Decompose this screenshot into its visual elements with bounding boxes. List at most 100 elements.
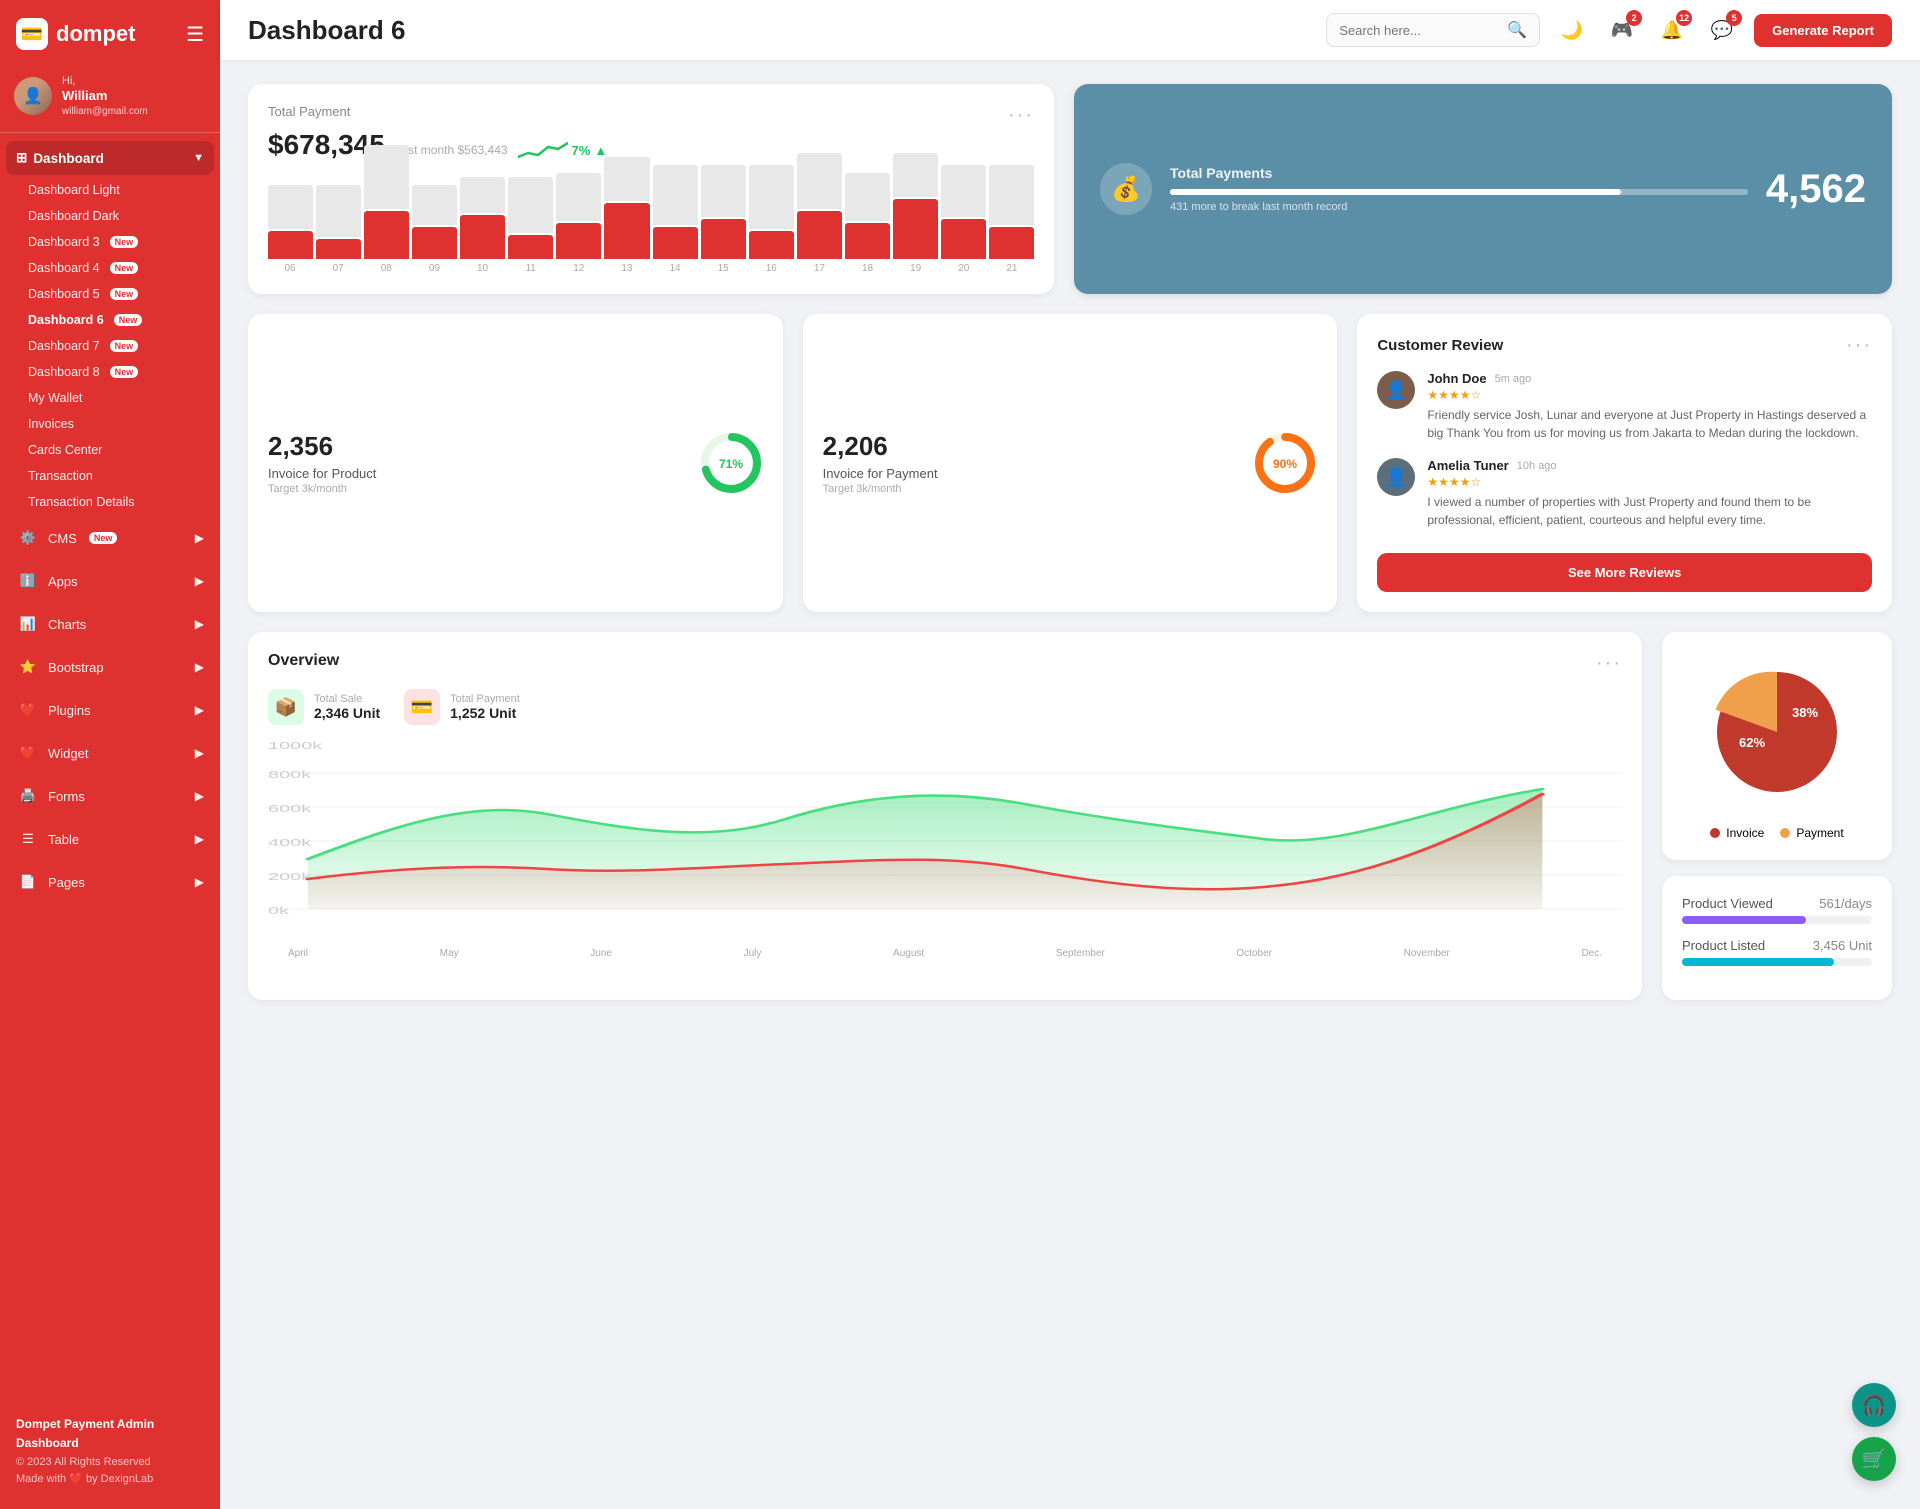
- sidebar-item-pages[interactable]: 📄 Pages ▶: [6, 861, 214, 903]
- bar-group-1: [268, 145, 1034, 259]
- sidebar-item-cms[interactable]: ⚙️ CMS New ▶: [6, 517, 214, 559]
- sidebar-item-transaction-details[interactable]: Transaction Details: [6, 489, 214, 515]
- bar-red: [941, 219, 986, 259]
- sidebar-item-dashboard-6[interactable]: Dashboard 6 New: [6, 307, 214, 333]
- user-greeting: Hi,: [62, 74, 148, 88]
- invoice-dot: [1710, 828, 1720, 838]
- wallet-icon: 💰: [1100, 163, 1152, 215]
- search-box[interactable]: 🔍: [1326, 13, 1540, 47]
- pages-label: Pages: [48, 875, 85, 890]
- blue-card-info: Total Payments 431 more to break last mo…: [1170, 165, 1748, 213]
- bar-gray: [989, 165, 1034, 225]
- sidebar-item-transaction[interactable]: Transaction: [6, 463, 214, 489]
- sidebar-item-charts[interactable]: 📊 Charts ▶: [6, 603, 214, 645]
- chevron-right-icon: ▶: [195, 789, 204, 803]
- gamepad-button[interactable]: 🎮 2: [1604, 12, 1640, 48]
- cart-button[interactable]: 🛒: [1852, 1437, 1896, 1481]
- table-label: Table: [48, 832, 79, 847]
- bar-red: [508, 235, 553, 259]
- sidebar-item-label: Dashboard 4: [28, 261, 100, 275]
- generate-report-button[interactable]: Generate Report: [1754, 14, 1892, 47]
- widget-icon: ❤️: [16, 741, 40, 765]
- review-item-2: 👤 Amelia Tuner 10h ago ★★★★☆ I viewed a …: [1377, 458, 1872, 529]
- sidebar-item-invoices[interactable]: Invoices: [6, 411, 214, 437]
- product-viewed-value: 561/days: [1819, 896, 1872, 911]
- sidebar-item-bootstrap[interactable]: ⭐ Bootstrap ▶: [6, 646, 214, 688]
- sidebar-item-label: Transaction: [28, 469, 93, 483]
- new-badge: New: [110, 236, 139, 248]
- invoice-product-card: 2,356 Invoice for Product Target 3k/mont…: [248, 314, 783, 612]
- sidebar-item-table[interactable]: ☰ Table ▶: [6, 818, 214, 860]
- theme-toggle-button[interactable]: 🌙: [1554, 12, 1590, 48]
- bar-gray: [316, 185, 361, 237]
- bell-badge: 12: [1676, 10, 1692, 26]
- overview-card: Overview ··· 📦 Total Sale 2,346 Unit 💳: [248, 632, 1642, 1000]
- hamburger-button[interactable]: ☰: [186, 22, 204, 47]
- sidebar-item-dashboard-light[interactable]: Dashboard Light: [6, 177, 214, 203]
- product-listed-value: 3,456 Unit: [1813, 938, 1872, 953]
- sidebar-item-my-wallet[interactable]: My Wallet: [6, 385, 214, 411]
- svg-text:62%: 62%: [1739, 735, 1765, 750]
- logo-text: dompet: [56, 21, 135, 47]
- sidebar-item-label: Dashboard 6: [28, 313, 104, 327]
- user-profile: 👤 Hi, William william@gmail.com: [0, 64, 220, 133]
- sidebar-item-label: Cards Center: [28, 443, 102, 457]
- logo[interactable]: 💳 dompet: [16, 18, 135, 50]
- overview-more-button[interactable]: ···: [1596, 652, 1622, 675]
- sidebar-item-dashboard-3[interactable]: Dashboard 3 New: [6, 229, 214, 255]
- area-chart: 0k 200k 400k 600k 800k 1000k: [268, 739, 1622, 939]
- sidebar-item-forms[interactable]: 🖨️ Forms ▶: [6, 775, 214, 817]
- search-input[interactable]: [1339, 23, 1499, 38]
- chevron-right-icon: ▶: [195, 746, 204, 760]
- invoice-payment-value: 2,206: [823, 431, 938, 462]
- sidebar-item-dashboard-7[interactable]: Dashboard 7 New: [6, 333, 214, 359]
- gear-icon: ⚙️: [16, 526, 40, 550]
- new-badge: New: [110, 288, 139, 300]
- review-header: Customer Review ···: [1377, 334, 1872, 357]
- bell-button[interactable]: 🔔 12: [1654, 12, 1690, 48]
- sidebar-item-widget[interactable]: ❤️ Widget ▶: [6, 732, 214, 774]
- sidebar-item-dashboard-4[interactable]: Dashboard 4 New: [6, 255, 214, 281]
- chevron-right-icon: ▶: [195, 531, 204, 545]
- review-more-button[interactable]: ···: [1846, 334, 1872, 357]
- invoice-legend-label: Invoice: [1726, 826, 1764, 840]
- review-title: Customer Review: [1377, 337, 1503, 354]
- payment-legend-label: Payment: [1796, 826, 1843, 840]
- widget-label: Widget: [48, 746, 88, 761]
- pie-chart-card: 62% 38% Invoice Payment: [1662, 632, 1892, 860]
- area-chart-svg: 0k 200k 400k 600k 800k 1000k: [268, 739, 1622, 939]
- dashboard-section-header[interactable]: ⊞ Dashboard ▼: [6, 141, 214, 175]
- sidebar-item-label: Dashboard 8: [28, 365, 100, 379]
- see-more-reviews-button[interactable]: See More Reviews: [1377, 553, 1872, 592]
- sidebar-item-apps[interactable]: ℹ️ Apps ▶: [6, 560, 214, 602]
- moon-icon: 🌙: [1561, 20, 1583, 41]
- sidebar-item-dashboard-dark[interactable]: Dashboard Dark: [6, 203, 214, 229]
- bar-red: [845, 223, 890, 259]
- sidebar: 💳 dompet ☰ 👤 Hi, William william@gmail.c…: [0, 0, 220, 1509]
- x-labels: April May June July August September Oct…: [268, 948, 1622, 959]
- sidebar-item-plugins[interactable]: ❤️ Plugins ▶: [6, 689, 214, 731]
- reviewer-name-2: Amelia Tuner: [1427, 458, 1508, 473]
- product-listed-fill: [1682, 958, 1834, 966]
- pie-legend: Invoice Payment: [1710, 826, 1843, 840]
- avatar: 👤: [14, 77, 52, 115]
- dashboard-section-icon: ⊞: [16, 150, 27, 166]
- dashboard-sub-items: Dashboard Light Dashboard Dark Dashboard…: [6, 177, 214, 515]
- sidebar-item-dashboard-5[interactable]: Dashboard 5 New: [6, 281, 214, 307]
- bar-gray: [604, 157, 649, 201]
- reviewer-name-1: John Doe: [1427, 371, 1486, 386]
- support-button[interactable]: 🎧: [1852, 1383, 1896, 1427]
- sidebar-item-label: Dashboard 7: [28, 339, 100, 353]
- chat-button[interactable]: 💬 5: [1704, 12, 1740, 48]
- bar-gray: [364, 145, 409, 209]
- invoice-payment-card: 2,206 Invoice for Payment Target 3k/mont…: [803, 314, 1338, 612]
- bar-labels: 06 07 08 09 10 11 12 13 14 15 16 17 18 1…: [268, 263, 1034, 274]
- bar-red: [364, 211, 409, 259]
- bar-red: [989, 227, 1034, 259]
- more-options-button[interactable]: ···: [1008, 104, 1034, 127]
- sidebar-item-dashboard-8[interactable]: Dashboard 8 New: [6, 359, 214, 385]
- blue-card-title: Total Payments: [1170, 165, 1748, 181]
- total-payment-card: Total Payment $678,345 last month $563,4…: [248, 84, 1054, 294]
- sidebar-item-cards-center[interactable]: Cards Center: [6, 437, 214, 463]
- footer-title: Dompet Payment Admin Dashboard: [16, 1417, 154, 1451]
